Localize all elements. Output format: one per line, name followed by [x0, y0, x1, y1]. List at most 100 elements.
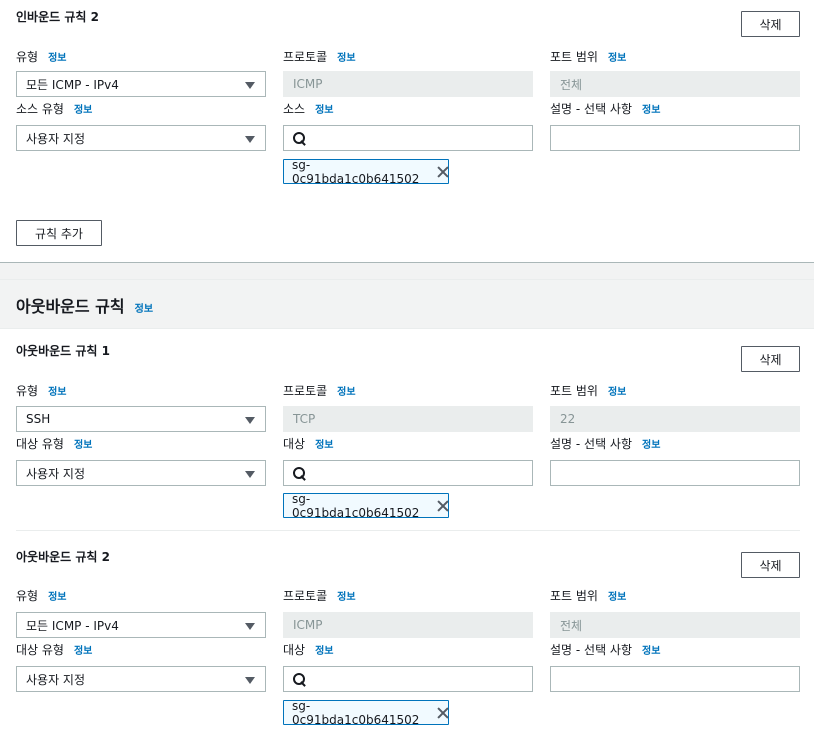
info-link[interactable]: 정보 [642, 646, 660, 657]
destination-search-input[interactable] [283, 460, 533, 486]
rule-divider [16, 530, 800, 531]
info-link[interactable]: 정보 [642, 105, 660, 116]
port-range-label: 포트 범위 [550, 384, 598, 398]
type-select-value: SSH [26, 412, 51, 426]
outbound-section-title-row: 아웃바운드 규칙 정보 [16, 293, 153, 317]
info-link[interactable]: 정보 [608, 592, 626, 603]
search-icon [292, 672, 306, 686]
destination-type-label: 대상 유형 [16, 643, 64, 657]
info-link[interactable]: 정보 [135, 304, 153, 315]
delete-button[interactable]: 삭제 [741, 552, 800, 578]
info-link[interactable]: 정보 [74, 440, 92, 451]
destination-type-select[interactable]: 사용자 지정 [16, 460, 266, 486]
port-range-value: 전체 [560, 618, 583, 633]
section-title: 아웃바운드 규칙 [16, 297, 125, 316]
source-type-select[interactable]: 사용자 지정 [16, 125, 266, 151]
token-label: sg-0c91bda1c0b641502 [292, 698, 420, 727]
description-label: 설명 - 선택 사항 [550, 102, 633, 116]
description-label-row: 설명 - 선택 사항 정보 [550, 641, 660, 658]
description-field[interactable] [559, 126, 799, 150]
rule-title: 아웃바운드 규칙 1 [16, 344, 110, 358]
destination-search-field[interactable] [310, 461, 532, 485]
source-label-row: 소스 정보 [283, 100, 334, 117]
info-link[interactable]: 정보 [315, 646, 333, 657]
type-select[interactable]: SSH [16, 406, 266, 432]
rule-title: 아웃바운드 규칙 2 [16, 550, 110, 564]
info-link[interactable]: 정보 [608, 387, 626, 398]
token-label: sg-0c91bda1c0b641502 [292, 157, 420, 186]
description-input[interactable] [550, 125, 800, 151]
type-label: 유형 [16, 50, 39, 64]
source-type-label: 소스 유형 [16, 102, 64, 116]
protocol-field: TCP [283, 406, 533, 432]
close-icon[interactable] [437, 707, 448, 719]
section-gap [0, 263, 814, 279]
type-label-row: 유형 정보 [16, 48, 67, 65]
destination-label: 대상 [283, 437, 306, 451]
destination-type-select-value: 사용자 지정 [26, 672, 86, 687]
info-link[interactable]: 정보 [48, 387, 66, 398]
destination-search-input[interactable] [283, 666, 533, 692]
destination-label: 대상 [283, 643, 306, 657]
destination-type-select[interactable]: 사용자 지정 [16, 666, 266, 692]
port-range-label-row: 포트 범위 정보 [550, 382, 626, 399]
protocol-label: 프로토콜 [283, 384, 328, 398]
delete-button[interactable]: 삭제 [741, 346, 800, 372]
delete-button[interactable]: 삭제 [741, 11, 800, 37]
type-select[interactable]: 모든 ICMP - IPv4 [16, 612, 266, 638]
info-link[interactable]: 정보 [642, 440, 660, 451]
info-link[interactable]: 정보 [315, 105, 333, 116]
caret-down-icon [245, 82, 255, 89]
type-label: 유형 [16, 589, 39, 603]
protocol-label-row: 프로토콜 정보 [283, 587, 356, 604]
token-label: sg-0c91bda1c0b641502 [292, 491, 420, 520]
description-input[interactable] [550, 460, 800, 486]
type-label-row: 유형 정보 [16, 587, 67, 604]
type-select[interactable]: 모든 ICMP - IPv4 [16, 71, 266, 97]
protocol-label: 프로토콜 [283, 50, 328, 64]
info-link[interactable]: 정보 [337, 387, 355, 398]
port-range-label-row: 포트 범위 정보 [550, 48, 626, 65]
info-link[interactable]: 정보 [337, 53, 355, 64]
port-range-label: 포트 범위 [550, 589, 598, 603]
info-link[interactable]: 정보 [337, 592, 355, 603]
source-type-label-row: 소스 유형 정보 [16, 100, 92, 117]
type-label: 유형 [16, 384, 39, 398]
close-icon[interactable] [437, 166, 448, 178]
port-range-field: 전체 [550, 71, 800, 97]
caret-down-icon [245, 471, 255, 478]
description-label: 설명 - 선택 사항 [550, 643, 633, 657]
description-input[interactable] [550, 666, 800, 692]
protocol-field: ICMP [283, 71, 533, 97]
info-link[interactable]: 정보 [48, 53, 66, 64]
caret-down-icon [245, 623, 255, 630]
port-range-label-row: 포트 범위 정보 [550, 587, 626, 604]
destination-type-label-row: 대상 유형 정보 [16, 435, 92, 452]
protocol-value: TCP [293, 412, 316, 426]
protocol-field: ICMP [283, 612, 533, 638]
protocol-value: ICMP [293, 618, 323, 632]
protocol-label: 프로토콜 [283, 589, 328, 603]
source-search-field[interactable] [310, 126, 532, 150]
add-rule-button[interactable]: 규칙 추가 [16, 220, 102, 246]
port-range-field: 전체 [550, 612, 800, 638]
description-label-row: 설명 - 선택 사항 정보 [550, 100, 660, 117]
info-link[interactable]: 정보 [315, 440, 333, 451]
destination-search-field[interactable] [310, 667, 532, 691]
info-link[interactable]: 정보 [74, 646, 92, 657]
destination-type-label: 대상 유형 [16, 437, 64, 451]
info-link[interactable]: 정보 [74, 105, 92, 116]
source-search-input[interactable] [283, 125, 533, 151]
description-field[interactable] [559, 461, 799, 485]
protocol-label-row: 프로토콜 정보 [283, 382, 356, 399]
info-link[interactable]: 정보 [608, 53, 626, 64]
info-link[interactable]: 정보 [48, 592, 66, 603]
type-select-value: 모든 ICMP - IPv4 [26, 618, 119, 633]
search-icon [292, 466, 306, 480]
close-icon[interactable] [437, 500, 448, 512]
rule-title: 인바운드 규칙 2 [16, 10, 99, 24]
destination-label-row: 대상 정보 [283, 641, 334, 658]
port-range-field: 22 [550, 406, 800, 432]
description-field[interactable] [559, 667, 799, 691]
description-label: 설명 - 선택 사항 [550, 437, 633, 451]
